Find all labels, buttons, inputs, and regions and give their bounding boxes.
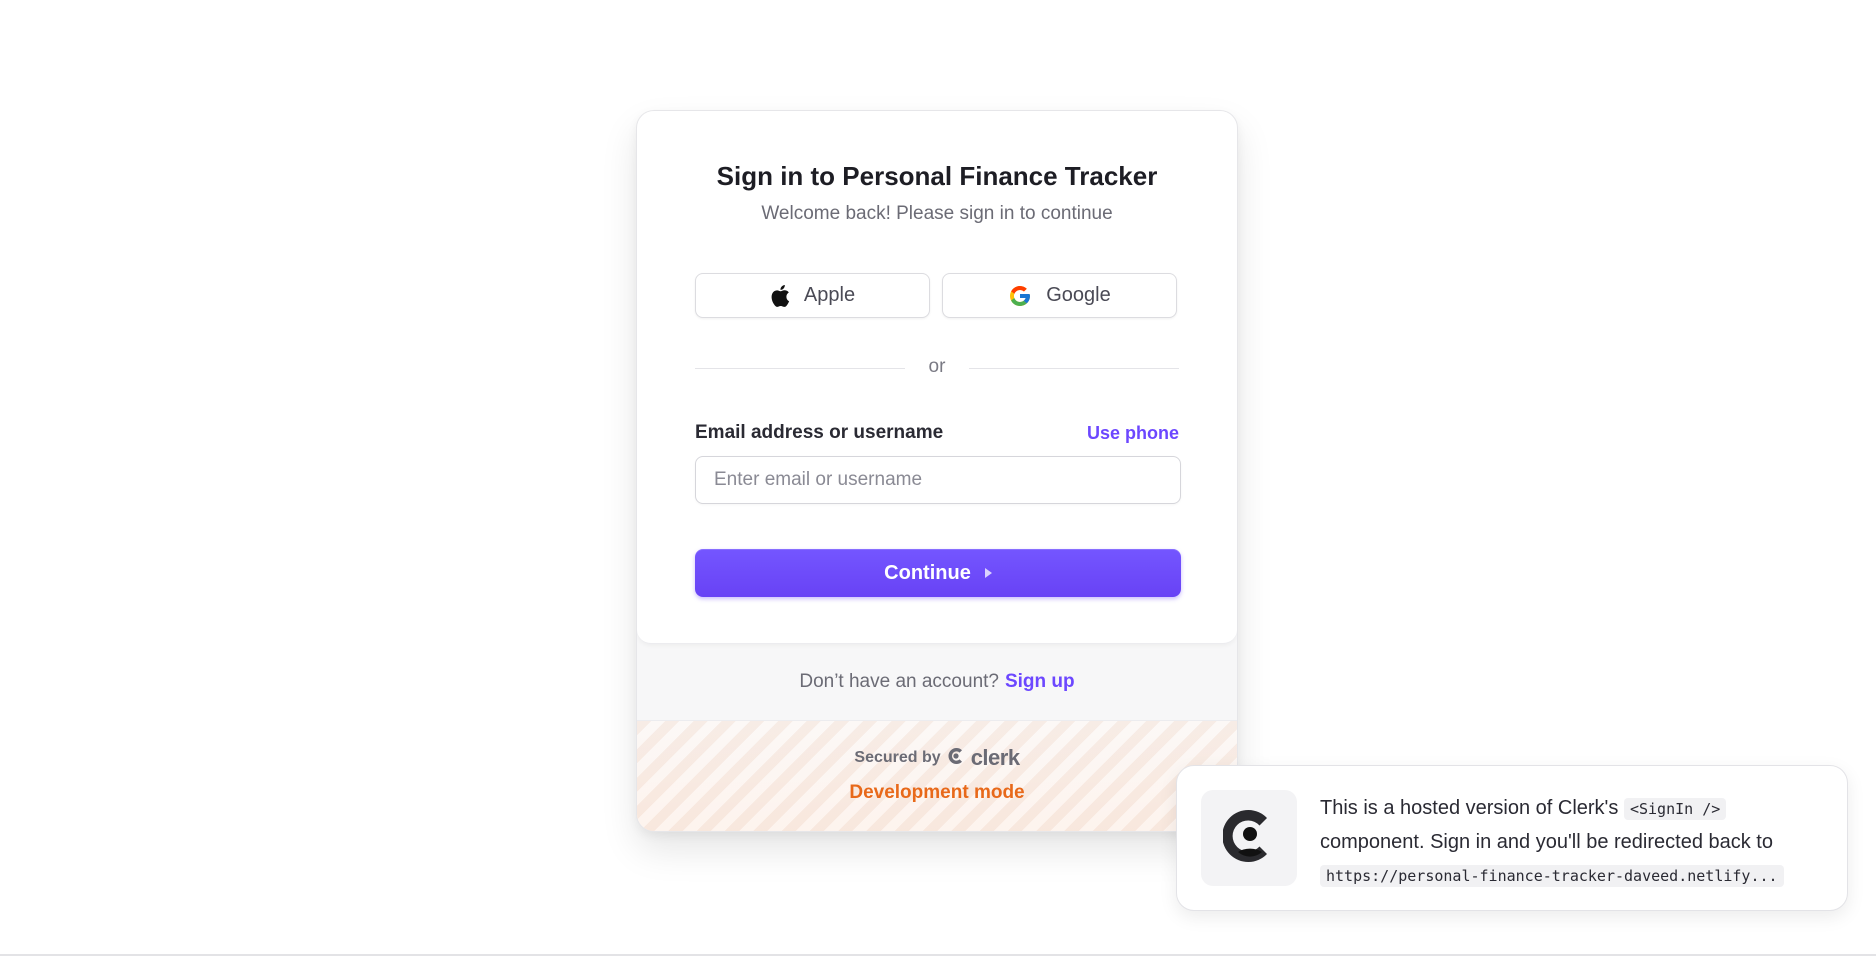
development-mode-label: Development mode — [849, 782, 1025, 803]
sign-up-link[interactable]: Sign up — [1005, 671, 1075, 693]
page: Sign in to Personal Finance Tracker Welc… — [0, 0, 1876, 956]
toast-code-component: <SignIn /> — [1623, 798, 1727, 820]
no-account-text: Don’t have an account? — [799, 670, 999, 692]
continue-caret-icon — [984, 568, 992, 578]
clerk-logo-icon — [947, 746, 965, 771]
dev-mode-footer: Secured by clerk Development mode — [637, 721, 1237, 831]
sign-in-card: Sign in to Personal Finance Tracker Welc… — [636, 110, 1238, 832]
page-subtitle: Welcome back! Please sign in to continue — [761, 203, 1113, 224]
email-field[interactable] — [695, 456, 1181, 504]
google-icon — [1008, 284, 1032, 308]
toast-code-url: https://personal-finance-tracker-daveed.… — [1320, 865, 1784, 887]
divider-line-right — [969, 368, 1179, 369]
continue-button[interactable]: Continue — [695, 549, 1181, 597]
toast-message: This is a hosted version of Clerk's <Sig… — [1320, 792, 1830, 893]
sign-in-form-panel: Sign in to Personal Finance Tracker Welc… — [637, 111, 1237, 644]
divider-line-left — [695, 368, 905, 369]
use-phone-link[interactable]: Use phone — [1087, 423, 1179, 444]
toast-text-before: This is a hosted version of Clerk's — [1320, 797, 1619, 819]
continue-button-label: Continue — [884, 561, 971, 584]
apple-button-label: Apple — [803, 284, 856, 306]
sign-up-prompt: Don’t have an account? Sign up — [637, 643, 1237, 721]
secured-by-text: Secured by — [854, 749, 941, 766]
hosted-notice-toast: This is a hosted version of Clerk's <Sig… — [1176, 765, 1848, 911]
google-sign-in-button[interactable]: Google — [942, 273, 1177, 318]
apple-sign-in-button[interactable]: Apple — [695, 273, 930, 318]
page-title: Sign in to Personal Finance Tracker — [716, 161, 1158, 191]
clerk-toast-logo-icon — [1222, 808, 1275, 869]
google-button-label: Google — [1046, 284, 1111, 306]
divider-or: or — [928, 356, 946, 377]
clerk-toast-logo — [1201, 790, 1297, 886]
apple-icon — [770, 284, 790, 308]
secured-by-clerk: Secured by clerk — [637, 745, 1237, 771]
toast-text-after: component. Sign in and you'll be redirec… — [1320, 831, 1773, 853]
email-field-label: Email address or username — [695, 422, 944, 443]
clerk-brand: clerk — [970, 745, 1020, 770]
